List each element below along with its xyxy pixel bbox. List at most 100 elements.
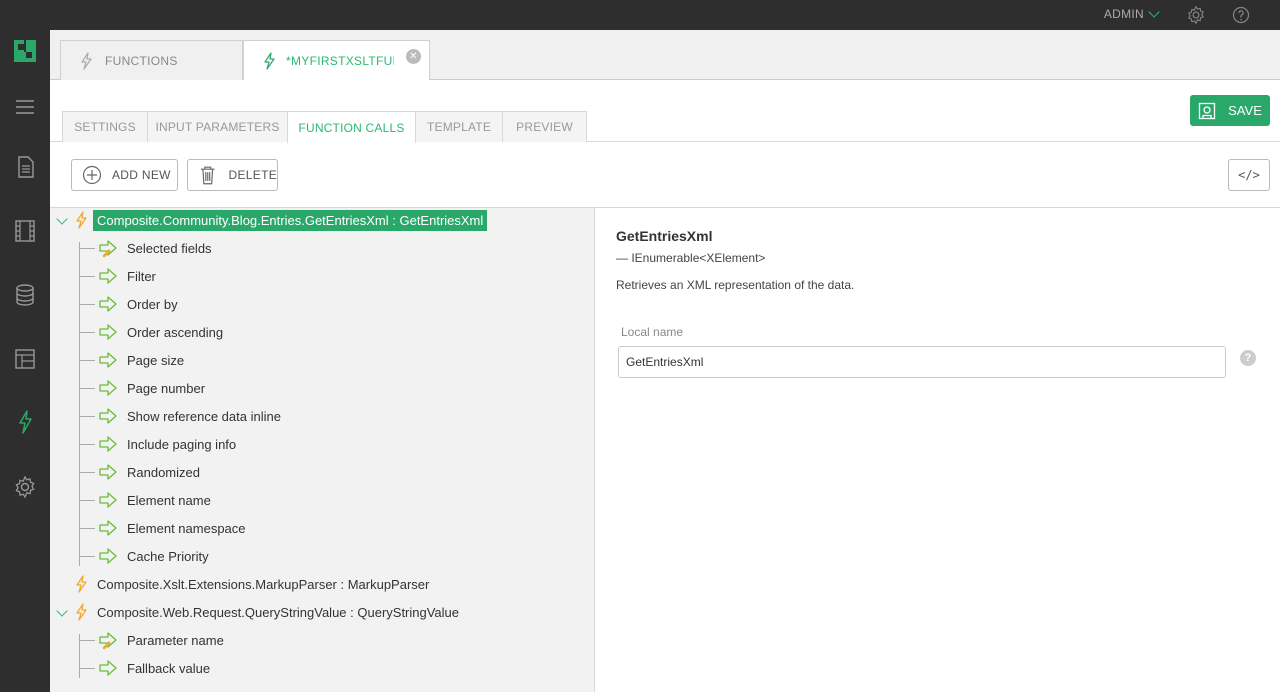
- user-menu[interactable]: ADMIN: [1103, 6, 1160, 21]
- parameter-node[interactable]: Filter: [99, 265, 156, 287]
- parameter-label: Order by: [127, 296, 178, 312]
- close-icon[interactable]: ✕: [406, 49, 421, 64]
- parameter-arrow-icon: [99, 520, 121, 536]
- system-settings-icon[interactable]: [13, 475, 37, 499]
- function-call-node[interactable]: Composite.Community.Blog.Entries.GetEntr…: [56, 209, 488, 232]
- toolbar: ADD NEW DELETE </>: [50, 142, 1280, 208]
- help-icon[interactable]: [1231, 5, 1251, 25]
- parameter-arrow-icon: [99, 380, 121, 396]
- parameter-node[interactable]: Element name: [99, 489, 211, 511]
- parameter-node[interactable]: Cache Priority: [99, 545, 209, 567]
- parameter-arrow-icon: [99, 408, 121, 424]
- tree-connector: [79, 472, 95, 473]
- bolt-icon: [81, 51, 92, 70]
- parameter-arrow-icon: [99, 436, 121, 452]
- parameter-label: Randomized: [127, 464, 200, 480]
- data-icon[interactable]: [13, 283, 37, 307]
- tab-myfirstxsltfunction[interactable]: *MYFIRSTXSLTFUNC ✕: [243, 40, 430, 81]
- functions-icon[interactable]: [13, 410, 37, 434]
- tree-connector: [79, 528, 95, 529]
- code-view-button[interactable]: </>: [1228, 159, 1270, 191]
- user-name: ADMIN: [1103, 7, 1144, 21]
- parameter-node[interactable]: Randomized: [99, 461, 200, 483]
- parameter-arrow-icon: [99, 352, 121, 368]
- delete-button[interactable]: DELETE: [187, 159, 278, 191]
- parameter-edit-icon: [99, 631, 121, 649]
- tree-connector: [79, 640, 95, 641]
- tab-function-calls-label: FUNCTION CALLS: [298, 120, 405, 135]
- parameter-node[interactable]: Page number: [99, 377, 205, 399]
- parameter-label: Page number: [127, 380, 206, 396]
- tree-connector: [79, 332, 95, 333]
- tab-settings-label: SETTINGS: [74, 120, 136, 134]
- local-name-input[interactable]: [618, 346, 1226, 378]
- parameter-node[interactable]: Order ascending: [99, 321, 223, 343]
- parameter-label: Order ascending: [127, 324, 224, 340]
- tree-connector: [79, 500, 95, 501]
- tab-settings[interactable]: SETTINGS: [62, 111, 148, 142]
- parameter-arrow-icon: [99, 548, 121, 564]
- tab-input-parameters[interactable]: INPUT PARAMETERS: [147, 111, 288, 142]
- parameter-label: Fallback value: [127, 660, 211, 676]
- function-call-node[interactable]: Composite.Web.Request.QueryStringValue :…: [56, 601, 463, 623]
- save-icon: [1198, 102, 1216, 119]
- parameter-node[interactable]: Include paging info: [99, 433, 236, 455]
- parameter-label: Element namespace: [127, 520, 246, 536]
- parameter-label: Parameter name: [127, 632, 224, 648]
- tab-function-calls[interactable]: FUNCTION CALLS: [287, 111, 416, 143]
- parameter-label: Page size: [127, 352, 185, 368]
- parameter-node[interactable]: Selected fields: [99, 237, 212, 259]
- tree-connector: [79, 248, 95, 249]
- tab-preview-label: PREVIEW: [516, 120, 573, 134]
- function-call-label: Composite.Web.Request.QueryStringValue :…: [97, 604, 460, 620]
- left-sidebar: [0, 0, 50, 692]
- tree-connector: [79, 444, 95, 445]
- menu-icon[interactable]: [13, 95, 37, 119]
- tab-template-label: TEMPLATE: [426, 120, 492, 134]
- parameter-node[interactable]: Show reference data inline: [99, 405, 281, 427]
- tree-connector: [79, 304, 95, 305]
- parameter-arrow-icon: [99, 324, 121, 340]
- add-new-button[interactable]: ADD NEW: [71, 159, 178, 191]
- media-icon[interactable]: [13, 219, 37, 243]
- parameter-label: Filter: [127, 268, 156, 284]
- lightning-bolt-icon: [75, 211, 87, 232]
- tree-connector: [79, 276, 95, 277]
- parameter-node[interactable]: Parameter name: [99, 629, 224, 651]
- tab-template[interactable]: TEMPLATE: [415, 111, 503, 142]
- app-logo-icon[interactable]: [13, 39, 37, 63]
- function-call-node[interactable]: Composite.Xslt.Extensions.MarkupParser :…: [56, 573, 433, 595]
- parameter-node[interactable]: Element namespace: [99, 517, 246, 539]
- parameter-edit-icon: [99, 239, 121, 257]
- tree-connector: [79, 668, 95, 669]
- parameter-label: Show reference data inline: [127, 408, 281, 424]
- expand-chevron-icon[interactable]: [56, 213, 68, 225]
- top-bar: ADMIN: [0, 0, 1280, 30]
- local-name-label: Local name: [621, 325, 684, 339]
- expand-chevron-icon[interactable]: [56, 605, 68, 617]
- parameter-arrow-icon: [99, 660, 121, 676]
- parameter-arrow-icon: [99, 464, 121, 480]
- parameter-node[interactable]: Order by: [99, 293, 178, 315]
- save-button[interactable]: SAVE: [1190, 95, 1270, 126]
- delete-label: DELETE: [228, 168, 277, 182]
- tree-connector: [79, 242, 80, 566]
- parameter-label: Element name: [127, 492, 211, 508]
- parameter-node[interactable]: Fallback value: [99, 657, 210, 679]
- tree-connector: [79, 416, 95, 417]
- gear-icon[interactable]: [1186, 5, 1206, 25]
- save-label: SAVE: [1228, 103, 1262, 118]
- lightning-bolt-icon: [75, 603, 87, 624]
- parameter-label: Selected fields: [127, 240, 212, 256]
- parameter-arrow-icon: [99, 268, 121, 284]
- parameter-arrow-icon: [99, 296, 121, 312]
- tab-preview[interactable]: PREVIEW: [502, 111, 587, 142]
- add-new-label: ADD NEW: [112, 168, 171, 182]
- editor-subtabs: SETTINGS INPUT PARAMETERS FUNCTION CALLS…: [50, 80, 1280, 143]
- help-icon[interactable]: ?: [1240, 350, 1256, 366]
- content-icon[interactable]: [13, 155, 37, 179]
- tab-functions[interactable]: FUNCTIONS: [60, 40, 243, 80]
- tab-input-parameters-label: INPUT PARAMETERS: [155, 120, 280, 134]
- parameter-node[interactable]: Page size: [99, 349, 184, 371]
- layout-icon[interactable]: [13, 347, 37, 371]
